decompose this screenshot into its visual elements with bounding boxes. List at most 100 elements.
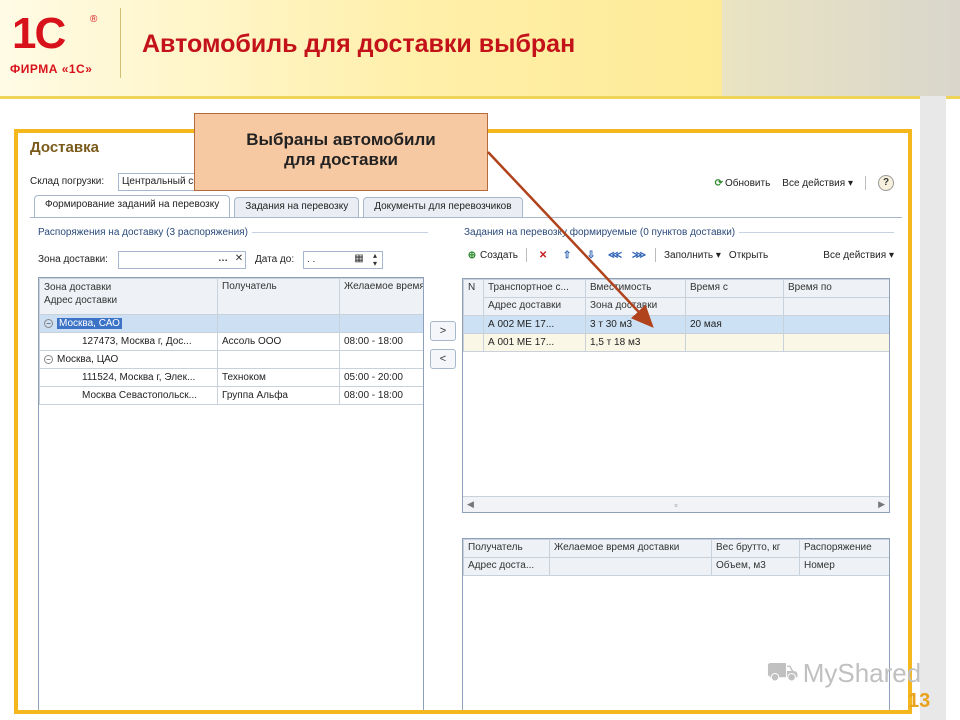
merge-icon[interactable]: ⋘ xyxy=(607,250,623,261)
order-row[interactable]: 111524, Москва г, Элек... Техноком 05:00… xyxy=(39,368,423,387)
section-rule xyxy=(739,232,894,233)
group-cell: − Москва, ЦАО xyxy=(39,350,218,369)
order-time: 05:00 - 20:00 xyxy=(339,368,423,387)
zone-select-button[interactable]: … xyxy=(216,252,230,268)
group-row[interactable]: − Москва, ЦАО xyxy=(39,350,423,369)
vehicle-transport: А 001 МЕ 17... xyxy=(483,333,586,352)
details-header-row: Получатель Желаемое время доставки Вес б… xyxy=(463,539,889,558)
col-time-to-header[interactable]: Время по xyxy=(783,279,889,298)
tab-body-border xyxy=(30,217,902,218)
header-empty-cell xyxy=(685,297,784,316)
col-address-label: Адрес доставки xyxy=(44,295,118,306)
collapse-icon[interactable]: − xyxy=(44,355,53,364)
dropdown-arrow-icon: ▾ xyxy=(847,177,853,189)
vehicle-time-to xyxy=(783,315,889,334)
window-actions: ⟳ Обновить Все действия ▾ ? xyxy=(715,175,894,191)
move-up-icon[interactable]: ⇧ xyxy=(559,250,575,261)
order-address: 127473, Москва г, Дос... xyxy=(39,332,218,351)
delete-icon[interactable]: ✕ xyxy=(535,250,551,261)
tab-forming-tasks[interactable]: Формирование заданий на перевозку xyxy=(34,195,231,217)
order-recipient: Группа Альфа xyxy=(217,386,340,405)
col-weight-header[interactable]: Вес брутто, кг xyxy=(711,539,800,558)
vehicle-transport: А 002 МЕ 17... xyxy=(483,315,586,334)
toolbar-separator xyxy=(526,248,528,262)
all-actions-menu[interactable]: Все действия ▾ xyxy=(782,178,853,189)
watermark-text: MyShared xyxy=(802,658,922,688)
window-title: Доставка xyxy=(30,139,99,156)
col-desired-time-header[interactable]: Желаемое время доставки xyxy=(549,539,712,558)
zone-filter-label: Зона доставки: xyxy=(38,254,108,265)
order-address: 111524, Москва г, Элек... xyxy=(39,368,218,387)
move-right-button[interactable]: > xyxy=(430,321,456,341)
move-left-button[interactable]: < xyxy=(430,349,456,369)
delivery-window: Доставка Склад погрузки: Центральный скл… xyxy=(14,129,912,714)
col-recipient-header[interactable]: Получатель xyxy=(217,278,340,315)
row-number-cell xyxy=(463,315,484,334)
refresh-label: Обновить xyxy=(725,177,771,189)
vehicle-capacity: 1,5 т 18 м3 xyxy=(585,333,686,352)
vehicle-row[interactable]: А 001 МЕ 17... 1,5 т 18 м3 xyxy=(463,333,889,352)
add-icon: ⊕ xyxy=(467,249,477,261)
create-label: Создать xyxy=(480,249,519,261)
order-time: 08:00 - 18:00 xyxy=(339,332,423,351)
tasks-section-header: Задания на перевозку формируемые (0 пунк… xyxy=(464,227,894,238)
tasks-all-actions-label: Все действия xyxy=(823,249,887,261)
col-order-header[interactable]: Распоряжение xyxy=(799,539,889,558)
order-recipient: Техноком xyxy=(217,368,340,387)
col-n-header[interactable]: N xyxy=(463,279,484,316)
logo-registered: ® xyxy=(90,14,98,25)
col-zone-header[interactable]: Зона доставки xyxy=(585,297,686,316)
scroll-left-icon[interactable]: ◀ xyxy=(467,499,474,510)
col-zone-header[interactable]: Зона доставки Адрес доставки xyxy=(39,278,218,315)
order-row[interactable]: 127473, Москва г, Дос... Ассоль ООО 08:0… xyxy=(39,332,423,351)
tab-transport-tasks[interactable]: Задания на перевозку xyxy=(234,197,360,217)
refresh-button[interactable]: ⟳ Обновить xyxy=(715,178,771,189)
col-number-header[interactable]: Номер xyxy=(799,557,889,576)
tab-carrier-documents[interactable]: Документы для перевозчиков xyxy=(363,197,523,217)
col-recipient-header[interactable]: Получатель xyxy=(463,539,550,558)
calendar-icon[interactable]: ▦ xyxy=(352,252,366,268)
col-capacity-header[interactable]: Вместимость xyxy=(585,279,686,298)
tasks-toolbar: ⊕ Создать ✕ ⇧ ⇩ ⋘ ⋙ Заполнить ▾ Открыть В… xyxy=(464,248,894,262)
open-button[interactable]: Открыть xyxy=(729,250,768,261)
order-row[interactable]: Москва Севастопольск... Группа Альфа 08:… xyxy=(39,386,423,405)
vehicle-time-to xyxy=(783,333,889,352)
order-time: 08:00 - 18:00 xyxy=(339,386,423,405)
order-address: Москва Севастопольск... xyxy=(39,386,218,405)
group-empty-cell xyxy=(339,350,423,369)
split-icon[interactable]: ⋙ xyxy=(631,250,647,261)
logo-mark: 1С xyxy=(12,9,66,58)
company-logo: 1С ® ФИРМА «1С» xyxy=(10,10,114,82)
slide-title: Автомобиль для доставки выбран xyxy=(142,30,576,58)
horizontal-scrollbar[interactable]: ◀ ▫ ▶ xyxy=(463,496,889,512)
create-button[interactable]: ⊕ Создать xyxy=(464,250,518,261)
collapse-icon[interactable]: − xyxy=(44,319,53,328)
vehicle-time-from: 20 мая xyxy=(685,315,784,334)
group-row[interactable]: − Москва, САО xyxy=(39,314,423,333)
zone-clear-icon[interactable]: ✕ xyxy=(232,252,246,268)
callout-box: Выбраны автомобили для доставки xyxy=(194,113,488,191)
tasks-section-title: Задания на перевозку формируемые (0 пунк… xyxy=(464,227,736,238)
vehicle-row[interactable]: А 002 МЕ 17... 3 т 30 м3 20 мая xyxy=(463,315,889,334)
help-icon[interactable]: ? xyxy=(878,175,894,191)
tasks-all-actions-menu[interactable]: Все действия ▾ xyxy=(823,250,894,261)
col-address-header[interactable]: Адрес доста... xyxy=(463,557,550,576)
toolbar-separator xyxy=(655,248,657,262)
row-number-cell xyxy=(463,333,484,352)
col-volume-header[interactable]: Объем, м3 xyxy=(711,557,800,576)
date-spin-icon[interactable]: ▴ ▾ xyxy=(368,252,382,268)
scroll-right-icon[interactable]: ▶ xyxy=(878,499,885,510)
col-time-from-header[interactable]: Время с xyxy=(685,279,784,298)
col-time-header[interactable]: Желаемое время xyxy=(339,278,423,315)
scroll-thumb-icon[interactable]: ▫ xyxy=(674,500,677,510)
details-header-row-2: Адрес доста... Объем, м3 Номер xyxy=(463,557,889,576)
warehouse-label: Склад погрузки: xyxy=(30,176,105,187)
group-empty-cell xyxy=(339,314,423,333)
group-zone: Москва, САО xyxy=(57,318,122,329)
group-empty-cell xyxy=(217,314,340,333)
col-transport-header[interactable]: Транспортное с... xyxy=(483,279,586,298)
col-address-header[interactable]: Адрес доставки xyxy=(483,297,586,316)
move-down-icon[interactable]: ⇩ xyxy=(583,250,599,261)
fill-menu[interactable]: Заполнить ▾ xyxy=(664,250,721,261)
group-cell: − Москва, САО xyxy=(39,314,218,333)
